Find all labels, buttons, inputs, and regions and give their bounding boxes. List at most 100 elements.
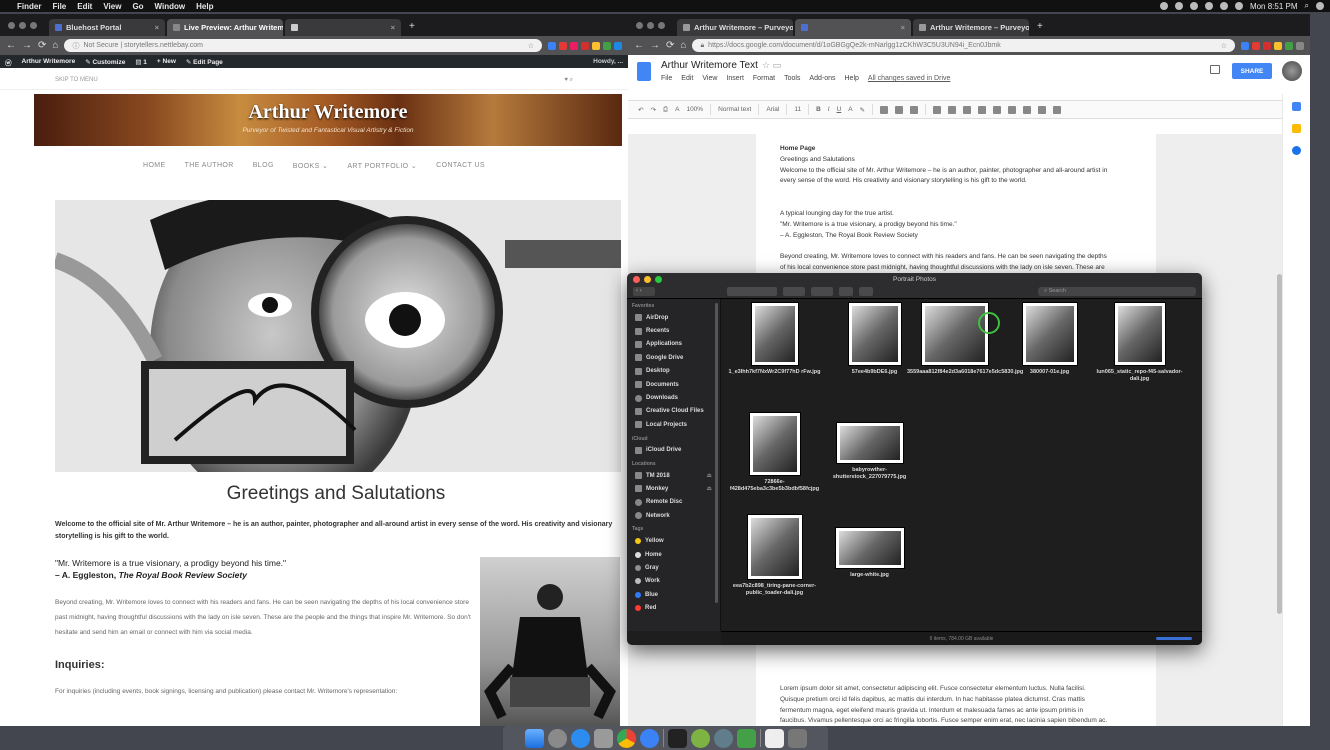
nav-contact-us[interactable]: CONTACT US (436, 162, 485, 170)
bookmark-star-icon[interactable]: ☆ (1221, 42, 1227, 50)
tab-arthur-site[interactable]: Arthur Writemore – Purveyor× (677, 19, 793, 36)
sidebar-item-creative-cloud[interactable]: Creative Cloud Files (627, 405, 720, 418)
app-store-dock-icon[interactable] (570, 728, 590, 748)
wifi-icon[interactable] (1219, 2, 1228, 10)
eject-icon[interactable]: ⏏ (706, 472, 712, 479)
comments-icon[interactable] (1210, 65, 1220, 74)
menu-tools[interactable]: Tools (784, 75, 800, 82)
save-status[interactable]: All changes saved in Drive (868, 75, 951, 82)
style-select[interactable]: Normal text (718, 106, 751, 113)
status-icon[interactable] (1204, 2, 1213, 10)
menubar-go[interactable]: Go (132, 2, 143, 11)
sidebar-item-icloud-drive[interactable]: iCloud Drive (627, 444, 720, 457)
social-icon[interactable]: ♥ (564, 77, 568, 83)
trash-dock-icon[interactable] (787, 728, 807, 748)
sidebar-item-google-drive[interactable]: Google Drive (627, 351, 720, 364)
menubar-edit[interactable]: Edit (77, 2, 92, 11)
close-tab-icon[interactable]: × (155, 23, 159, 32)
reload-icon[interactable]: ⟳ (666, 40, 674, 51)
extension-icon[interactable] (1241, 41, 1249, 50)
extension-icon[interactable] (548, 41, 556, 50)
menu-file[interactable]: File (661, 75, 672, 82)
menu-view[interactable]: View (702, 75, 717, 82)
extension-icon[interactable] (559, 41, 567, 50)
site-title[interactable]: Arthur Writemore (34, 94, 622, 124)
spotlight-icon[interactable]: ⌕ (1305, 1, 1309, 11)
wordpress-logo-icon[interactable]: ⓦ (5, 57, 12, 67)
star-folder-icons[interactable]: ☆ ▭ (762, 60, 781, 71)
menubar-help[interactable]: Help (196, 2, 213, 11)
new-tab-button[interactable]: + (1031, 21, 1049, 36)
app-dock-icon[interactable] (690, 728, 710, 748)
back-icon[interactable]: ← (634, 40, 644, 51)
bulleted-list-icon[interactable] (1023, 105, 1032, 114)
file-item[interactable]: 380007-01e.jpg (1002, 303, 1097, 376)
file-item[interactable]: babyrowther-shutterstock_227079775.jpg (822, 423, 917, 481)
bookmark-star-icon[interactable]: ☆ (528, 42, 534, 50)
line-spacing-icon[interactable] (993, 105, 1002, 114)
forward-icon[interactable]: → (650, 40, 660, 51)
print-icon[interactable]: ⎙ (663, 106, 668, 114)
skip-to-menu-link[interactable]: SKIP TO MENU (55, 77, 98, 89)
clear-format-icon[interactable] (1053, 105, 1062, 114)
extension-icon[interactable] (1285, 41, 1293, 50)
sidebar-item-local-projects[interactable]: Local Projects (627, 418, 720, 431)
app-dock-icon[interactable] (736, 728, 756, 748)
url-input[interactable]: 🔒︎ https://docs.google.com/document/d/1oG… (692, 39, 1235, 52)
tab-arthur-site-2[interactable]: Arthur Writemore – Purveyor× (913, 19, 1029, 36)
back-forward-buttons[interactable]: ‹ › (633, 287, 655, 296)
avatar[interactable] (1282, 61, 1302, 81)
launchpad-dock-icon[interactable] (547, 728, 567, 748)
reload-icon[interactable]: ⟳ (38, 40, 46, 51)
wp-customize[interactable]: ✎ Customize (85, 58, 125, 66)
sidebar-item-monkey[interactable]: Monkey ⏏ (627, 482, 720, 495)
spellcheck-icon[interactable]: A (675, 106, 679, 113)
wp-howdy[interactable]: Howdy, ... (593, 58, 623, 65)
menu-insert[interactable]: Insert (726, 75, 744, 82)
menubar-file[interactable]: File (52, 2, 66, 11)
word-app-dock-icon[interactable] (713, 728, 733, 748)
back-icon[interactable]: ← (6, 40, 16, 51)
numbered-list-icon[interactable] (1008, 105, 1017, 114)
minimize-window-button[interactable] (647, 22, 654, 29)
sidebar-item-tm2018[interactable]: TM 2018 ⏏ (627, 469, 720, 482)
nav-art-portfolio[interactable]: ART PORTFOLIO ⌄ (347, 162, 417, 170)
close-window-button[interactable] (8, 22, 15, 29)
image-icon[interactable] (910, 105, 919, 114)
url-input[interactable]: ⓘ Not Secure | storytellers.nettlebay.com… (64, 39, 542, 52)
doc-title[interactable]: Arthur Writemore Text (661, 60, 758, 71)
sidebar-item-network[interactable]: Network (627, 509, 720, 522)
wp-new[interactable]: + New (157, 58, 176, 65)
calendar-icon[interactable] (1292, 102, 1301, 111)
nav-home[interactable]: HOME (143, 162, 166, 170)
extension-icon[interactable] (1252, 41, 1260, 50)
link-icon[interactable] (880, 105, 889, 114)
sidebar-item-airdrop[interactable]: AirDrop (627, 311, 720, 324)
wp-edit-page[interactable]: ✎ Edit Page (186, 58, 223, 66)
docs-logo-icon[interactable] (637, 62, 651, 81)
align-right-icon[interactable] (963, 105, 972, 114)
undo-icon[interactable]: ↶ (638, 106, 643, 114)
text-color-icon[interactable]: A (848, 106, 852, 113)
tags-icon[interactable] (859, 287, 873, 296)
icon-size-slider[interactable] (1156, 637, 1192, 640)
sidebar-item-downloads[interactable]: Downloads (627, 391, 720, 404)
sidebar-tag-red[interactable]: Red (627, 601, 720, 614)
file-item[interactable]: large-white.jpg (822, 528, 917, 579)
home-icon[interactable]: ⌂ (52, 40, 58, 51)
sidebar-tag-blue[interactable]: Blue (627, 588, 720, 601)
group-button[interactable] (783, 287, 805, 296)
menu-addons[interactable]: Add-ons (809, 75, 835, 82)
extension-icon[interactable] (603, 41, 611, 50)
system-preferences-dock-icon[interactable] (593, 728, 613, 748)
sidebar-tag-work[interactable]: Work (627, 575, 720, 588)
notification-center-icon[interactable] (1316, 2, 1324, 10)
sidebar-item-recents[interactable]: Recents (627, 324, 720, 337)
align-left-icon[interactable] (933, 105, 942, 114)
action-gear-button[interactable] (811, 287, 833, 296)
zoom-window-button[interactable] (30, 22, 37, 29)
sidebar-tag-yellow[interactable]: Yellow (627, 534, 720, 547)
menubar-window[interactable]: Window (155, 2, 186, 11)
forward-icon[interactable]: → (22, 40, 32, 51)
zoom-select[interactable]: 100% (686, 106, 703, 113)
